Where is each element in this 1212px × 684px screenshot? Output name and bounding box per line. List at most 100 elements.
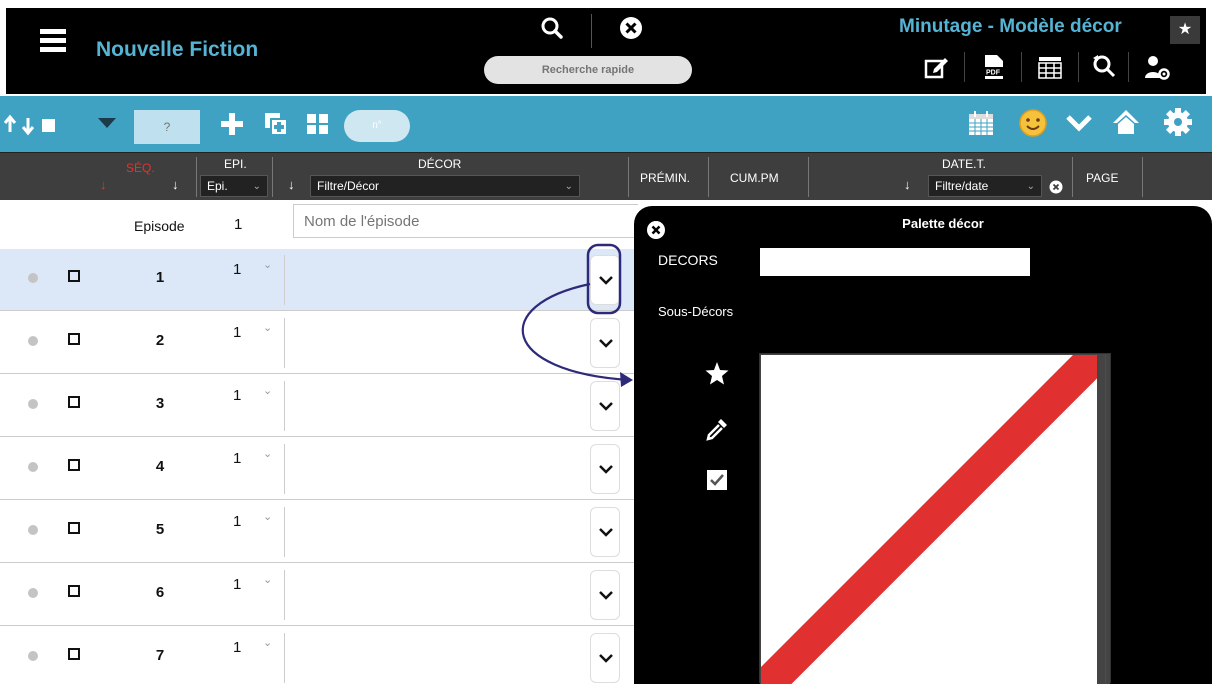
sort-seq-red-arrow-icon[interactable]: ↓ — [100, 177, 107, 192]
status-dot[interactable] — [28, 273, 38, 283]
select-dropdown-caret-icon[interactable] — [96, 116, 118, 130]
status-dot[interactable] — [28, 651, 38, 661]
search-icon[interactable] — [538, 14, 566, 42]
table-row[interactable]: 6 1 ⌄ — [0, 564, 640, 626]
user-settings-icon[interactable] — [1142, 52, 1172, 82]
chevron-down-icon — [599, 402, 613, 411]
row-episode-value[interactable]: 1 — [233, 261, 241, 278]
row-checkbox[interactable] — [68, 459, 80, 471]
column-epi: EPI. — [224, 157, 247, 171]
star-icon[interactable] — [704, 360, 730, 386]
sequence-input[interactable] — [134, 110, 200, 144]
table-row[interactable]: 5 1 ⌄ — [0, 501, 640, 563]
decor-filter-value: Filtre/Décor — [317, 179, 380, 193]
table-row[interactable]: 7 1 ⌄ — [0, 627, 640, 684]
menu-icon[interactable] — [40, 29, 66, 34]
sequence-number: 5 — [155, 521, 165, 538]
status-dot[interactable] — [28, 399, 38, 409]
decor-dropdown-button[interactable] — [590, 381, 620, 431]
column-cum-pm[interactable]: CUM.PM — [730, 171, 779, 185]
row-checkbox[interactable] — [68, 648, 80, 660]
duplicate-icon[interactable] — [262, 110, 290, 138]
grid-view-icon[interactable] — [304, 110, 332, 138]
favorite-button[interactable]: ★ — [1170, 16, 1200, 44]
row-checkbox[interactable] — [68, 585, 80, 597]
episode-select[interactable]: Epi. ⌄ — [200, 175, 268, 197]
status-dot[interactable] — [28, 588, 38, 598]
chevron-down-icon[interactable] — [1064, 110, 1094, 136]
row-episode-value[interactable]: 1 — [233, 513, 241, 530]
status-dot[interactable] — [28, 336, 38, 346]
row-episode-value[interactable]: 1 — [233, 324, 241, 341]
number-filter-pill[interactable]: n° — [344, 110, 410, 142]
table-row[interactable]: 4 1 ⌄ — [0, 438, 640, 500]
clear-search-icon[interactable] — [618, 15, 644, 41]
chevron-down-icon[interactable]: ⌄ — [263, 258, 272, 271]
decor-dropdown-button[interactable] — [590, 444, 620, 494]
eyedropper-icon[interactable] — [704, 416, 730, 442]
sequence-number: 7 — [155, 647, 165, 664]
app-header: Nouvelle Fiction Minutage - Modèle décor… — [6, 8, 1206, 94]
chevron-down-icon[interactable]: ⌄ — [263, 321, 272, 334]
table-row[interactable]: 3 1 ⌄ — [0, 375, 640, 437]
pdf-icon[interactable]: PDF — [978, 52, 1008, 82]
module-title: Minutage - Modèle décor — [899, 16, 1122, 37]
date-filter-value: Filtre/date — [935, 179, 989, 193]
quick-search-input[interactable] — [484, 56, 692, 84]
row-episode-value[interactable]: 1 — [233, 576, 241, 593]
decors-input[interactable] — [760, 248, 1030, 276]
column-seq[interactable]: SÉQ. — [126, 161, 155, 175]
add-icon[interactable] — [218, 110, 246, 138]
decor-dropdown-button[interactable] — [590, 633, 620, 683]
sort-decor-arrow-icon[interactable]: ↓ — [288, 177, 295, 192]
chevron-down-icon — [599, 465, 613, 474]
decor-dropdown-button[interactable] — [590, 318, 620, 368]
cell-divider — [284, 507, 285, 557]
decor-filter-select[interactable]: Filtre/Décor ⌄ — [310, 175, 580, 197]
calendar-icon[interactable] — [966, 108, 996, 138]
icon-divider — [1078, 52, 1079, 82]
date-filter-select[interactable]: Filtre/date ⌄ — [928, 175, 1042, 197]
checkbox-checked-icon[interactable] — [704, 467, 730, 493]
chevron-down-icon — [599, 276, 613, 285]
table-row[interactable]: 2 1 ⌄ — [0, 312, 640, 374]
episode-name-input[interactable] — [293, 204, 638, 238]
row-episode-value[interactable]: 1 — [233, 387, 241, 404]
sort-arrows-icon[interactable] — [2, 110, 62, 140]
row-checkbox[interactable] — [68, 333, 80, 345]
chevron-down-icon[interactable]: ⌄ — [263, 636, 272, 649]
column-divider — [1072, 157, 1073, 197]
row-episode-value[interactable]: 1 — [233, 639, 241, 656]
clear-date-filter-icon[interactable] — [1049, 180, 1063, 194]
home-icon[interactable] — [1110, 106, 1142, 138]
status-dot[interactable] — [28, 462, 38, 472]
gear-icon[interactable] — [1162, 106, 1194, 138]
chevron-down-icon: ⌄ — [252, 181, 261, 192]
chevron-down-icon[interactable]: ⌄ — [263, 447, 272, 460]
row-checkbox[interactable] — [68, 396, 80, 408]
column-premin[interactable]: PRÉMIN. — [640, 171, 690, 185]
status-dot[interactable] — [28, 525, 38, 535]
decor-dropdown-button[interactable] — [590, 255, 620, 305]
row-episode-value[interactable]: 1 — [233, 450, 241, 467]
search-sync-icon[interactable] — [1089, 52, 1119, 82]
decor-dropdown-button[interactable] — [590, 507, 620, 557]
no-color-swatch[interactable] — [760, 354, 1098, 684]
chevron-down-icon — [599, 654, 613, 663]
row-checkbox[interactable] — [68, 522, 80, 534]
table-icon[interactable] — [1035, 52, 1065, 82]
sequence-number: 3 — [155, 395, 165, 412]
sequence-number: 1 — [155, 269, 165, 286]
decor-dropdown-button[interactable] — [590, 570, 620, 620]
smiley-icon[interactable] — [1017, 107, 1049, 139]
sort-date-arrow-icon[interactable]: ↓ — [904, 177, 911, 192]
chevron-down-icon[interactable]: ⌄ — [263, 573, 272, 586]
sort-seq-arrow-icon[interactable]: ↓ — [172, 177, 179, 192]
table-row[interactable]: 1 1 ⌄ — [0, 249, 640, 311]
color-swatch[interactable] — [1107, 354, 1111, 684]
row-checkbox[interactable] — [68, 270, 80, 282]
column-page[interactable]: PAGE — [1086, 171, 1118, 185]
chevron-down-icon[interactable]: ⌄ — [263, 384, 272, 397]
chevron-down-icon[interactable]: ⌄ — [263, 510, 272, 523]
edit-icon[interactable] — [921, 52, 951, 82]
